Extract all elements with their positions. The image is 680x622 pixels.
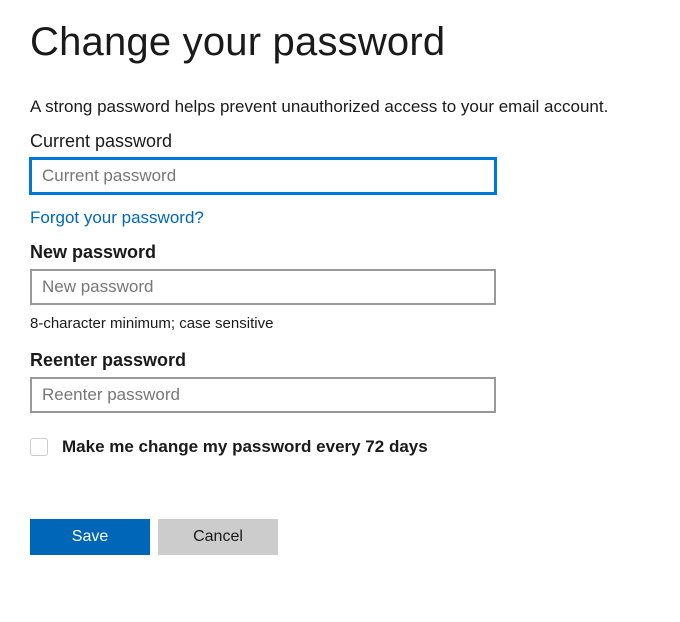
password-hint: 8-character minimum; case sensitive <box>30 315 650 332</box>
cancel-button[interactable]: Cancel <box>158 519 278 555</box>
new-password-group: New password <box>30 242 650 305</box>
page-description: A strong password helps prevent unauthor… <box>30 97 650 117</box>
save-button[interactable]: Save <box>30 519 150 555</box>
button-row: Save Cancel <box>30 519 650 555</box>
reenter-password-input[interactable] <box>30 377 496 413</box>
reenter-password-label: Reenter password <box>30 350 650 371</box>
change-every-72-days-checkbox[interactable] <box>30 438 48 456</box>
current-password-input[interactable] <box>30 158 496 194</box>
checkbox-row: Make me change my password every 72 days <box>30 437 650 457</box>
new-password-input[interactable] <box>30 269 496 305</box>
new-password-label: New password <box>30 242 650 263</box>
page-title: Change your password <box>30 20 650 65</box>
forgot-password-link[interactable]: Forgot your password? <box>30 208 204 228</box>
current-password-group: Current password <box>30 131 650 194</box>
current-password-label: Current password <box>30 131 650 152</box>
checkbox-label: Make me change my password every 72 days <box>62 437 428 457</box>
reenter-password-group: Reenter password <box>30 350 650 413</box>
